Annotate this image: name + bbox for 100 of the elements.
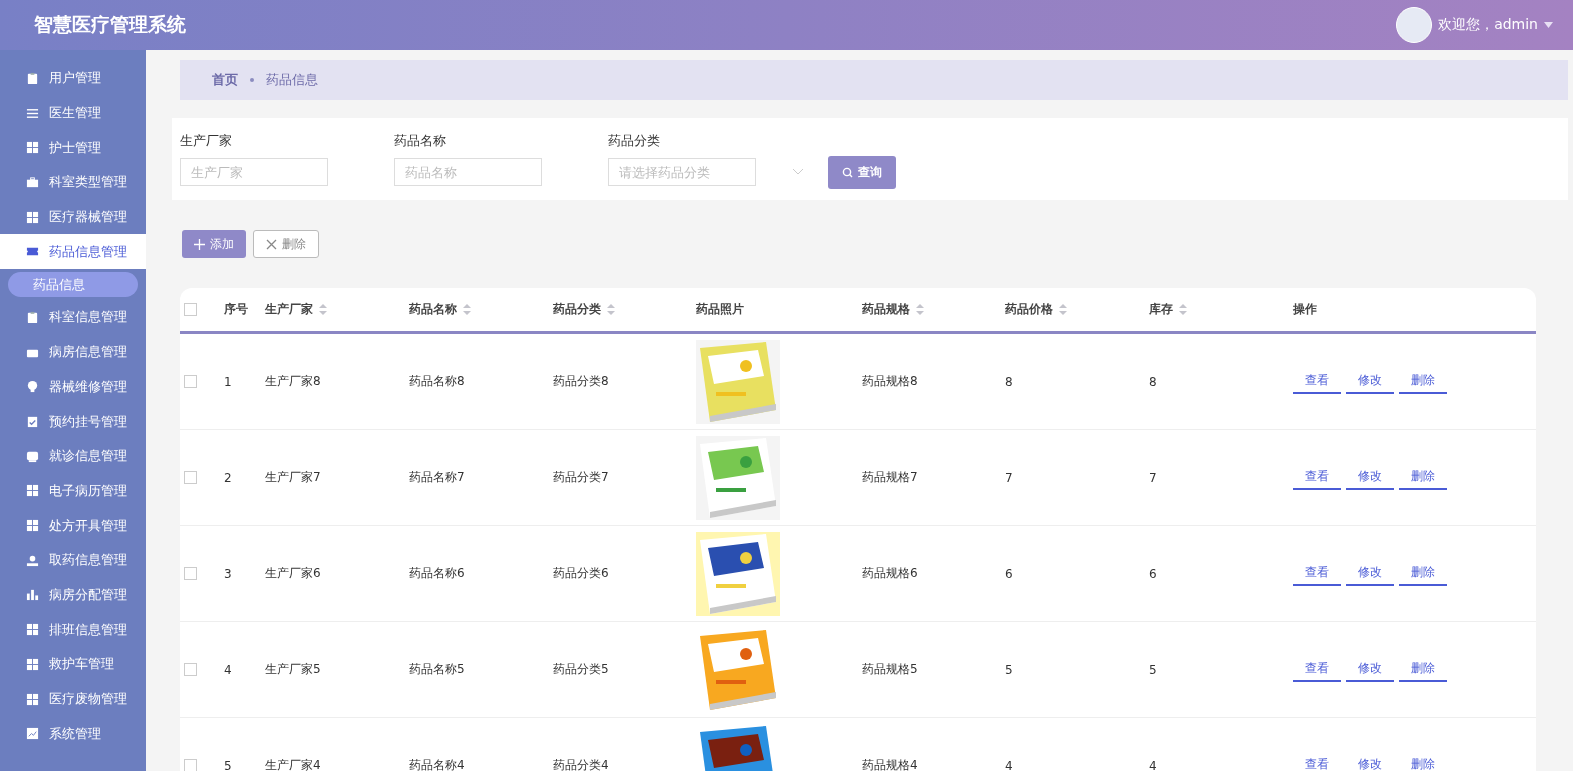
sidebar-item[interactable]: 医疗废物管理 bbox=[0, 681, 146, 717]
sidebar-item[interactable]: 药品信息管理 bbox=[0, 234, 146, 270]
grid-icon bbox=[26, 141, 39, 155]
sidebar-item[interactable]: 电子病历管理 bbox=[0, 473, 146, 509]
sidebar-item[interactable]: 病房分配管理 bbox=[0, 577, 146, 613]
filter-label: 生产厂家 bbox=[180, 132, 233, 150]
sidebar-item[interactable]: 护士管理 bbox=[0, 130, 146, 166]
row-action-link[interactable]: 查看 bbox=[1293, 465, 1341, 490]
breadcrumb-item: 药品信息 bbox=[266, 71, 318, 89]
app-title: 智慧医疗管理系统 bbox=[34, 12, 186, 37]
welcome-user[interactable]: 欢迎您，admin bbox=[1438, 16, 1538, 34]
table-cell-text: 生产厂家7 bbox=[264, 469, 322, 486]
sort-icon[interactable] bbox=[916, 304, 924, 315]
table-cell-text: 药品名称4 bbox=[408, 757, 466, 771]
filter-label: 药品分类 bbox=[608, 132, 661, 150]
row-checkbox[interactable] bbox=[184, 567, 197, 580]
sidebar-item[interactable]: 医生管理 bbox=[0, 95, 146, 131]
row-action-link[interactable]: 删除 bbox=[1399, 369, 1447, 394]
table-cell-text: 药品分类5 bbox=[552, 661, 610, 678]
row-action-link[interactable]: 修改 bbox=[1346, 753, 1394, 771]
row-action-link[interactable]: 修改 bbox=[1346, 561, 1394, 586]
bar-chart-icon bbox=[26, 588, 39, 602]
sidebar-item[interactable]: 就诊信息管理 bbox=[0, 438, 146, 474]
sort-icon[interactable] bbox=[319, 304, 327, 315]
column-header[interactable]: 药品分类 bbox=[545, 301, 688, 318]
sidebar-item[interactable]: 病房信息管理 bbox=[0, 334, 146, 370]
delete-button[interactable]: 删除 bbox=[253, 230, 319, 258]
table-cell-text: 药品规格8 bbox=[861, 373, 919, 390]
table-cell-text: 4 bbox=[223, 662, 233, 677]
column-header[interactable]: 药品名称 bbox=[401, 301, 545, 318]
search-button[interactable]: 查询 bbox=[828, 156, 896, 189]
row-action-link[interactable]: 查看 bbox=[1293, 561, 1341, 586]
row-action-link[interactable]: 修改 bbox=[1346, 465, 1394, 490]
sidebar-item[interactable]: 用户管理 bbox=[0, 61, 146, 96]
row-action-link[interactable]: 修改 bbox=[1346, 657, 1394, 682]
chevron-icon[interactable] bbox=[792, 168, 804, 176]
row-action-link[interactable]: 查看 bbox=[1293, 657, 1341, 682]
sidebar-item[interactable]: 预约挂号管理 bbox=[0, 404, 146, 439]
sort-icon[interactable] bbox=[463, 304, 471, 315]
sidebar-item[interactable]: 排班信息管理 bbox=[0, 612, 146, 647]
caret-icon[interactable] bbox=[1544, 22, 1553, 28]
table-cell-text: 5 bbox=[223, 758, 233, 771]
table-cell-text: 1 bbox=[223, 374, 233, 389]
avatar[interactable] bbox=[1396, 7, 1433, 43]
sort-icon[interactable] bbox=[1179, 304, 1187, 315]
column-header: 操作 bbox=[1292, 301, 1318, 318]
sidebar-subitem[interactable]: 药品信息 bbox=[8, 272, 138, 298]
table-cell-text: 5 bbox=[1004, 662, 1014, 677]
table-cell-text: 5 bbox=[1148, 662, 1158, 677]
filter-label: 药品名称 bbox=[394, 132, 447, 150]
row-action-link[interactable]: 查看 bbox=[1293, 369, 1341, 394]
sidebar-item[interactable]: 科室类型管理 bbox=[0, 165, 146, 200]
table-cell-text: 药品分类4 bbox=[552, 757, 610, 771]
row-checkbox[interactable] bbox=[184, 471, 197, 484]
grid-icon bbox=[26, 519, 39, 533]
clipboard-icon bbox=[26, 71, 39, 85]
column-header: 序号 bbox=[223, 301, 249, 318]
column-header: 药品照片 bbox=[695, 301, 745, 318]
table-cell-text: 6 bbox=[1004, 566, 1014, 581]
checklist-icon bbox=[26, 415, 39, 429]
table-cell-text: 4 bbox=[1004, 758, 1014, 771]
table-cell-text: 药品分类7 bbox=[552, 469, 610, 486]
sliders-icon bbox=[26, 106, 39, 120]
input-field[interactable]: 药品名称 bbox=[394, 158, 542, 186]
sort-icon[interactable] bbox=[607, 304, 615, 315]
bulb-icon bbox=[26, 380, 39, 394]
row-action-link[interactable]: 删除 bbox=[1399, 465, 1447, 490]
sort-icon[interactable] bbox=[1059, 304, 1067, 315]
row-checkbox[interactable] bbox=[184, 663, 197, 676]
table-cell-text: 8 bbox=[1148, 374, 1158, 389]
row-action-link[interactable]: 修改 bbox=[1346, 369, 1394, 394]
row-action-link[interactable]: 删除 bbox=[1399, 753, 1447, 771]
sidebar-item[interactable]: 医疗器械管理 bbox=[0, 199, 146, 235]
column-header[interactable]: 药品价格 bbox=[997, 301, 1141, 318]
sidebar-item[interactable]: 救护车管理 bbox=[0, 647, 146, 682]
sidebar-item[interactable]: 器械维修管理 bbox=[0, 369, 146, 405]
column-header[interactable]: 药品规格 bbox=[854, 301, 997, 318]
sidebar-item[interactable]: 处方开具管理 bbox=[0, 508, 146, 543]
grid-icon bbox=[26, 210, 39, 224]
table-cell-text: 8 bbox=[1004, 374, 1014, 389]
row-action-link[interactable]: 查看 bbox=[1293, 753, 1341, 771]
select-all-checkbox[interactable] bbox=[184, 303, 197, 316]
row-checkbox[interactable] bbox=[184, 759, 197, 771]
input-field[interactable]: 生产厂家 bbox=[180, 158, 328, 186]
sidebar-item[interactable]: 系统管理 bbox=[0, 716, 146, 752]
briefcase-icon bbox=[26, 175, 39, 189]
table-cell-text: 药品名称6 bbox=[408, 565, 466, 582]
breadcrumb-item[interactable]: 首页 bbox=[212, 71, 238, 89]
column-header[interactable]: 库存 bbox=[1141, 301, 1285, 318]
table-cell-text: 药品名称5 bbox=[408, 661, 466, 678]
sidebar-item[interactable]: 科室信息管理 bbox=[0, 300, 146, 335]
sidebar-item[interactable]: 取药信息管理 bbox=[0, 542, 146, 578]
row-action-link[interactable]: 删除 bbox=[1399, 561, 1447, 586]
row-checkbox[interactable] bbox=[184, 375, 197, 388]
select-field[interactable]: 请选择药品分类 bbox=[608, 158, 756, 186]
add-button[interactable]: 添加 bbox=[182, 230, 246, 258]
tray-icon bbox=[26, 449, 39, 463]
row-action-link[interactable]: 删除 bbox=[1399, 657, 1447, 682]
table-cell-text: 药品规格4 bbox=[861, 757, 919, 771]
column-header[interactable]: 生产厂家 bbox=[257, 301, 401, 318]
